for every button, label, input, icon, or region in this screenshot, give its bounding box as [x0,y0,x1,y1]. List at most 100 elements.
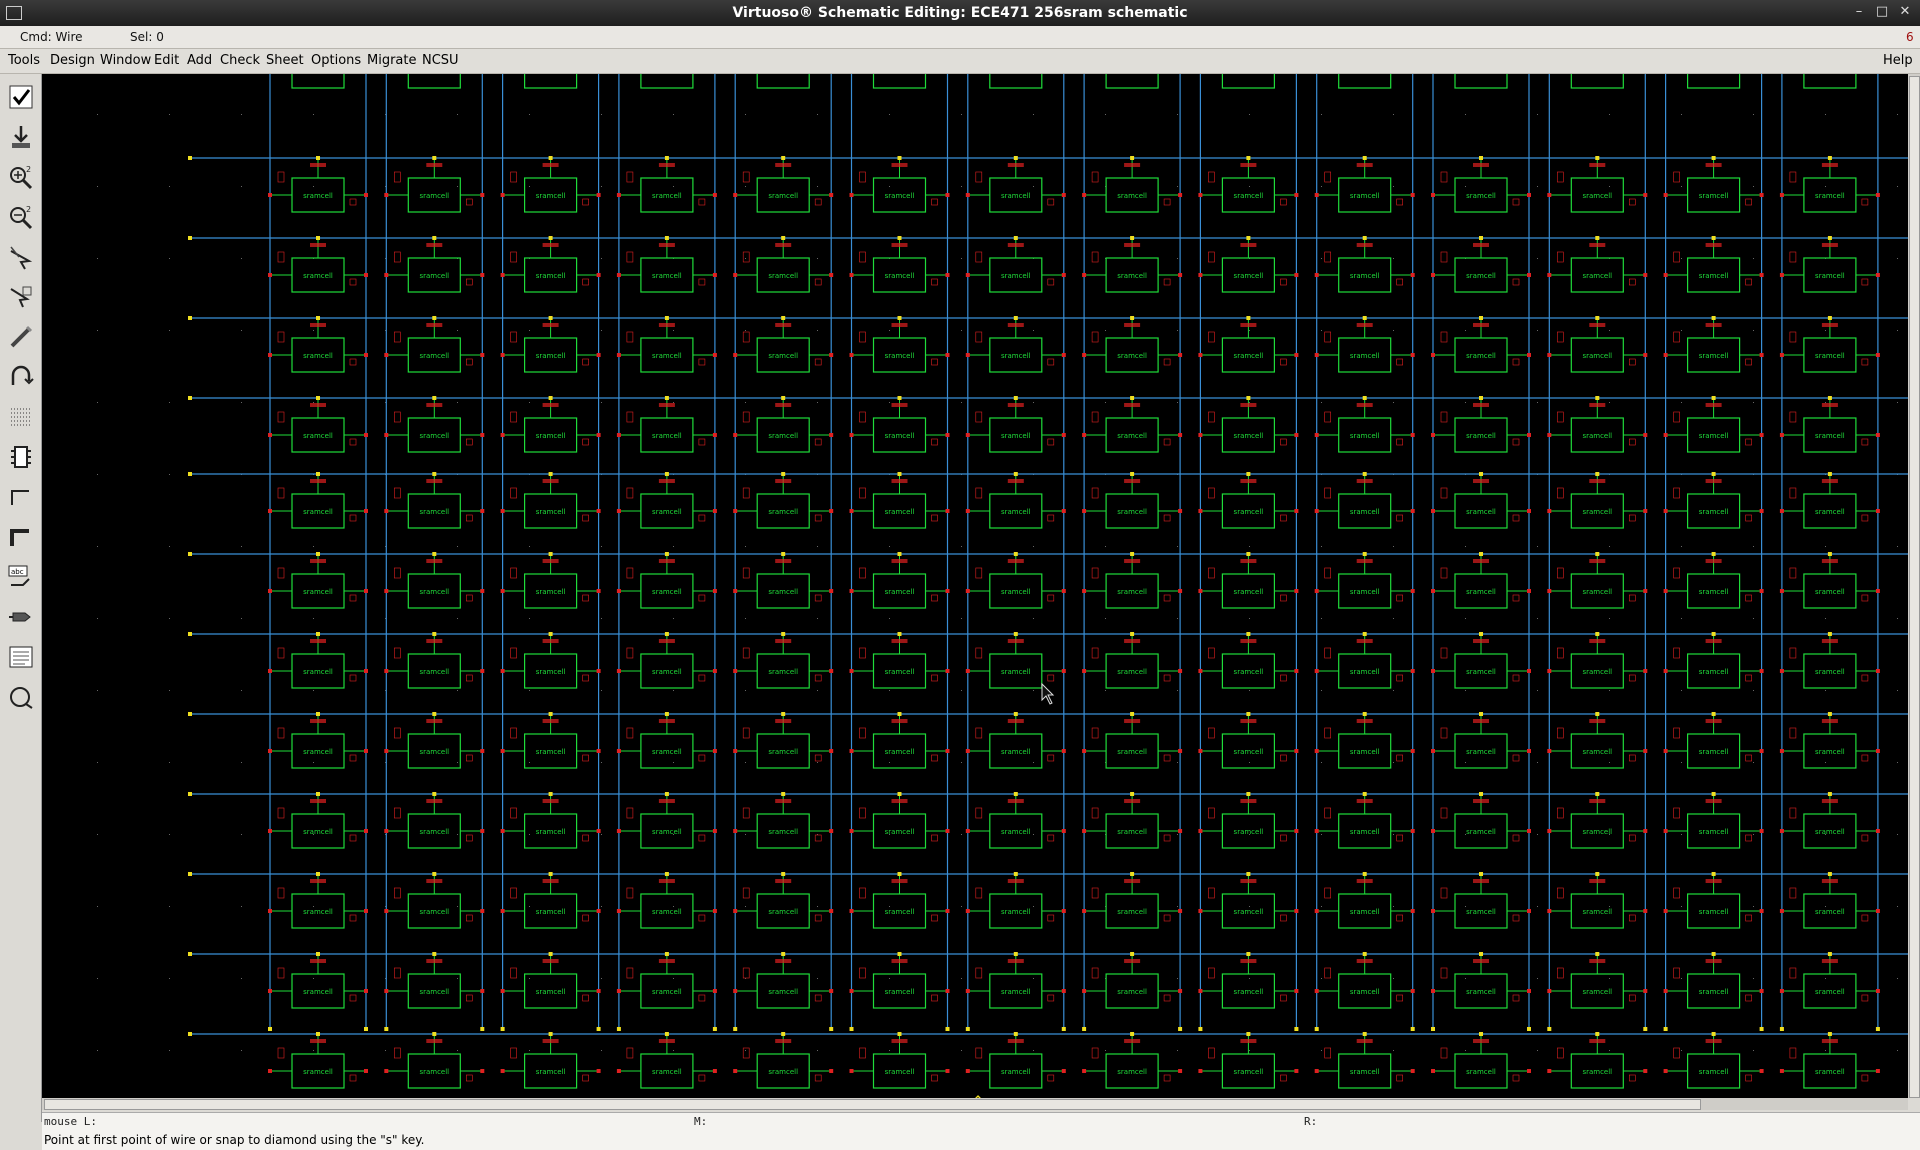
pin-label-blb [1745,834,1752,842]
bl-node [616,193,621,197]
wl-node [1130,552,1135,556]
blb-node [480,749,485,753]
instance-name-label [1473,559,1489,563]
instance-icon[interactable] [4,440,38,474]
stretch-icon[interactable] [4,240,38,274]
instance-name-label [1124,403,1141,407]
pin-label-blb [582,514,589,522]
wl-node [1827,952,1832,956]
blb-node [945,1069,950,1073]
wl-node [781,156,786,160]
delete-icon[interactable] [4,320,38,354]
pin-label-blb [1745,278,1752,286]
repeat-icon[interactable] [4,680,38,714]
bl-node [1431,669,1435,673]
zoom-in-icon[interactable]: 2 [4,160,38,194]
menu-window[interactable]: Window [100,53,151,68]
wire-name-icon[interactable]: abc [4,560,38,594]
sram-cell-label: sramcell [1699,988,1729,996]
instance-name-label [542,879,559,883]
check-save-icon[interactable] [4,80,38,114]
instance-name-label [891,1039,908,1043]
cmd-options-icon[interactable] [4,640,38,674]
sram-cell-label: sramcell [1466,432,1496,440]
blb-node [1410,433,1415,437]
pin-label-bl [277,1047,285,1059]
property-icon[interactable] [4,400,38,434]
instance-name-label [310,799,326,803]
schematic-drawing[interactable]: sramcell sramcell sramcell sramcell sramcell… [42,74,1908,1098]
sram-cell-label: sramcell [1466,668,1496,676]
menu-help[interactable]: Help [1883,53,1913,68]
wire-wide-icon[interactable] [4,520,38,554]
menu-options[interactable]: Options [311,53,361,68]
bitline-bar-pin [1410,1027,1415,1031]
undo-icon[interactable] [4,360,38,394]
pin-icon[interactable] [4,600,38,634]
pin-label-bl [859,727,866,739]
prompt-text: Point at first point of wire or snap to … [44,1133,425,1147]
bitline-pin [1082,1027,1087,1031]
wl-node [1479,236,1483,240]
wl-node [1479,396,1483,400]
menu-edit[interactable]: Edit [154,53,179,68]
instance-name-label [1821,163,1838,167]
wl-node [316,396,320,400]
blb-node [596,433,601,437]
bitline-pin [1779,1027,1784,1031]
instance-name-label [1007,163,1024,167]
sram-cell [1221,74,1276,89]
tool-palette: 2 2 abc [0,74,42,1122]
pin-label-bl [626,727,634,739]
pin-label-blb [1745,198,1752,206]
pin-label-bl [859,1047,866,1059]
save-icon[interactable] [4,120,38,154]
wl-node [1362,472,1367,476]
menu-design[interactable]: Design [50,53,95,68]
copy-icon[interactable] [4,280,38,314]
sram-cell-label: sramcell [1117,192,1147,200]
pin-label-bl [1440,411,1448,423]
pin-label-blb [465,438,473,446]
instance-name-label [1240,243,1257,247]
vertical-scroll-thumb[interactable] [1909,76,1920,1098]
pin-label-blb [582,438,589,446]
pin-label-bl [277,331,285,343]
wl-node [897,396,902,400]
bl-node [1547,509,1552,513]
bl-node [616,669,621,673]
horizontal-scroll-thumb[interactable] [44,1099,1701,1110]
pin-label-bl [393,171,401,183]
blb-node [596,1069,601,1073]
menu-ncsu[interactable]: NCSU [422,53,459,68]
zoom-out-icon[interactable]: 2 [4,200,38,234]
pin-label-blb [349,594,357,602]
maximize-button[interactable]: □ [1873,4,1891,20]
close-button[interactable]: ✕ [1896,4,1914,20]
wl-node [316,1032,320,1036]
menu-add[interactable]: Add [187,53,212,68]
menu-migrate[interactable]: Migrate [367,53,417,68]
wl-node [548,1032,553,1036]
bl-node [1314,829,1319,833]
pin-label-blb [1629,994,1636,1002]
menu-sheet[interactable]: Sheet [266,53,304,68]
wire-narrow-icon[interactable] [4,480,38,514]
schematic-canvas[interactable]: sramcell sramcell sramcell sramcell sramcell… [42,74,1908,1098]
sram-cell-label: sramcell [1815,432,1845,440]
wl-node [1013,632,1018,636]
horizontal-scrollbar[interactable] [42,1098,1908,1110]
wordline-pin [188,792,192,796]
pin-label-blb [465,358,473,366]
pin-label-bl [1440,727,1448,739]
menu-tools[interactable]: Tools [8,53,40,68]
pin-label-bl [1557,1047,1564,1059]
bl-node [1314,273,1319,277]
wl-node [1479,156,1483,160]
minimize-button[interactable]: – [1850,4,1868,20]
pin-label-blb [1629,198,1636,206]
blb-node [1643,193,1648,197]
vertical-scrollbar[interactable] [1908,74,1920,1098]
instance-name-label [1821,1039,1838,1043]
menu-check[interactable]: Check [220,53,260,68]
